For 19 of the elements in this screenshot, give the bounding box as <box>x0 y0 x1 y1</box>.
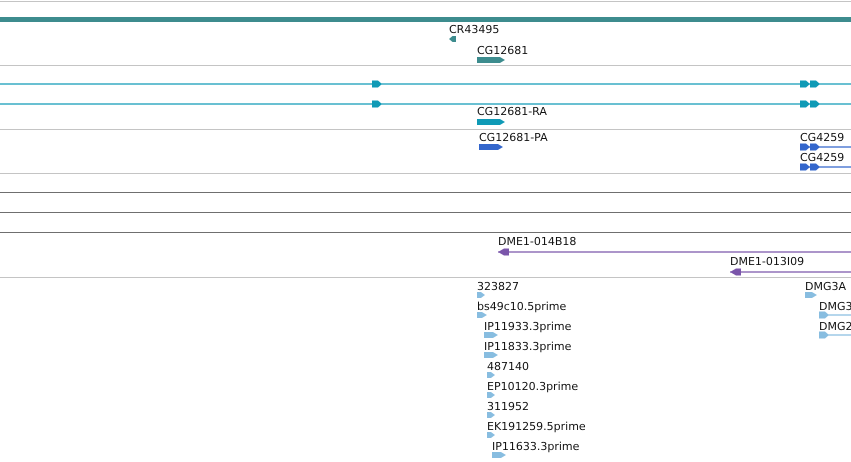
feature-label: 311952 <box>487 400 529 413</box>
feature-label: IP11833.3prime <box>484 340 572 353</box>
feature-label: 487140 <box>487 360 529 373</box>
feature-label: CG12681-RA <box>477 105 547 118</box>
feature-label: CR43495 <box>449 23 500 36</box>
feature-label: EK191259.5prime <box>487 420 586 433</box>
feature-label: IP11633.3prime <box>492 440 580 453</box>
feature-label: DME1-014B18 <box>498 235 576 248</box>
feature-label: IP11933.3prime <box>484 320 572 333</box>
feature-label: CG4259 <box>800 151 844 164</box>
feature-label: 323827 <box>477 280 519 293</box>
feature-label: EP10120.3prime <box>487 380 578 393</box>
feature-label: DME1-013I09 <box>730 255 804 268</box>
feature-label: CG12681 <box>477 44 528 57</box>
feature-label: CG4259 <box>800 131 844 144</box>
feature-label: CG12681-PA <box>479 131 548 144</box>
feature-label: bs49c10.5prime <box>477 300 566 313</box>
feature-label: DMG3A <box>805 280 846 293</box>
feature-label: DMG2 <box>819 320 851 333</box>
